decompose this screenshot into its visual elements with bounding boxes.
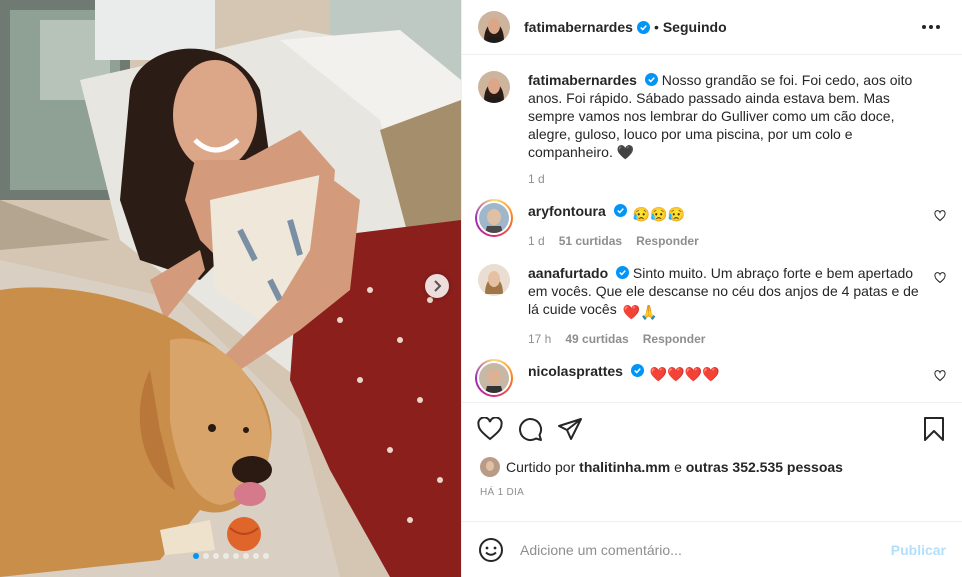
story-ring[interactable] — [475, 359, 513, 397]
action-bar — [462, 403, 962, 455]
likes-count[interactable]: outras 352.535 pessoas — [686, 459, 843, 475]
post-timestamp[interactable]: HÁ 1 DIA — [462, 479, 962, 509]
more-options-icon[interactable] — [916, 19, 946, 35]
comment-emoji: ❤️🙏 — [622, 304, 658, 320]
liker-username[interactable]: thalitinha.mm — [579, 459, 670, 475]
comment-icon — [519, 418, 543, 442]
post-header: fatimabernardes • Seguindo — [462, 0, 962, 55]
comment-item: nicolasprattes ❤️❤️❤️❤️ — [475, 359, 946, 397]
carousel-dot — [242, 553, 249, 559]
emoji-icon[interactable] — [478, 537, 504, 563]
author-username[interactable]: fatimabernardes — [524, 19, 633, 35]
carousel-dot — [232, 553, 239, 559]
verified-icon — [644, 73, 658, 86]
next-photo-button[interactable] — [425, 274, 449, 298]
heart-icon — [477, 417, 503, 441]
carousel-dot — [262, 553, 269, 559]
liked-middle: e — [674, 459, 682, 475]
caption-time[interactable]: 1 d — [528, 172, 545, 186]
comment-emoji: ❤️❤️❤️❤️ — [649, 366, 720, 382]
share-icon — [558, 418, 582, 440]
verified-icon — [630, 364, 644, 377]
comment-likes[interactable]: 51 curtidas — [559, 234, 622, 248]
comment-username[interactable]: aanafurtado — [528, 265, 608, 281]
header-separator: • — [653, 19, 659, 35]
comments-list[interactable]: fatimabernardes Nosso grandão se foi. Fo… — [462, 55, 962, 403]
verified-icon — [613, 204, 627, 217]
reply-button[interactable]: Responder — [643, 332, 706, 346]
heart-icon[interactable] — [934, 210, 946, 222]
commenter-avatar — [479, 203, 509, 233]
following-button[interactable]: Seguindo — [663, 19, 727, 35]
comment-item: aanafurtado Sinto muito. Um abraço forte… — [478, 264, 946, 346]
reply-button[interactable]: Responder — [636, 234, 699, 248]
comment-button[interactable] — [516, 415, 544, 443]
caption-username[interactable]: fatimabernardes — [528, 72, 637, 88]
comment-time[interactable]: 1 d — [528, 234, 545, 248]
comment-likes[interactable]: 49 curtidas — [565, 332, 628, 346]
post-modal: fatimabernardes • Seguindo fatimabernard… — [0, 0, 962, 577]
like-button[interactable] — [476, 415, 504, 443]
comment-emoji: 😥😥😥 — [632, 206, 685, 222]
liked-by: Curtido por thalitinha.mm e outras 352.5… — [462, 455, 962, 479]
story-ring[interactable] — [475, 199, 513, 237]
carousel-indicator — [0, 553, 461, 559]
comment-username[interactable]: nicolasprattes — [528, 363, 623, 379]
author-avatar[interactable] — [478, 71, 510, 103]
carousel-dot — [222, 553, 229, 559]
add-comment-bar: Publicar — [462, 521, 962, 577]
comment-time[interactable]: 17 h — [528, 332, 551, 346]
liked-prefix: Curtido por — [506, 459, 576, 475]
caption-item: fatimabernardes Nosso grandão se foi. Fo… — [478, 71, 946, 186]
verified-icon — [616, 266, 630, 279]
comment-input[interactable] — [520, 541, 891, 558]
carousel-dot — [202, 553, 209, 559]
heart-icon[interactable] — [934, 370, 946, 382]
caption-emoji: 🖤 — [616, 144, 635, 160]
chevron-right-icon — [434, 280, 442, 292]
heart-icon[interactable] — [934, 272, 946, 284]
post-side-panel: fatimabernardes • Seguindo fatimabernard… — [461, 0, 962, 577]
commenter-avatar — [479, 363, 509, 393]
post-photo[interactable] — [0, 0, 461, 577]
verified-icon — [636, 20, 650, 34]
author-avatar[interactable] — [478, 11, 510, 43]
photo-illustration — [0, 0, 461, 577]
carousel-dot — [252, 553, 259, 559]
bookmark-icon — [924, 417, 944, 441]
publish-button[interactable]: Publicar — [891, 542, 946, 558]
share-button[interactable] — [556, 415, 584, 443]
comment-item: aryfontoura 😥😥😥 1 d 51 curtidas Responde… — [475, 199, 946, 248]
commenter-avatar[interactable] — [478, 264, 510, 296]
liker-avatar[interactable] — [480, 457, 500, 477]
carousel-dot — [212, 553, 219, 559]
carousel-dot — [192, 553, 199, 559]
comment-username[interactable]: aryfontoura — [528, 203, 606, 219]
save-button[interactable] — [920, 415, 948, 443]
